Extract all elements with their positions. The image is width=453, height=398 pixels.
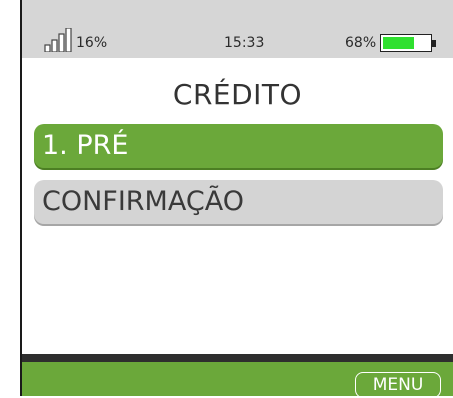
clock-time: 15:33: [224, 35, 265, 51]
status-bar: 16% 15:33 68%: [22, 0, 453, 58]
battery-tip: [432, 40, 436, 47]
menu-item-pre[interactable]: 1. PRÉ: [34, 124, 443, 168]
device-screen: 16% 15:33 68% CRÉDITO 1. PRÉ CONFIRMAÇÃO…: [20, 0, 453, 398]
battery-level-fill: [383, 37, 414, 49]
signal-percent: 16%: [76, 35, 108, 51]
menu-item-confirmacao[interactable]: CONFIRMAÇÃO: [34, 180, 443, 224]
battery-percent: 68%: [345, 35, 377, 51]
battery-icon: [380, 34, 432, 52]
bottom-divider: [22, 354, 453, 362]
signal-bars-icon: [44, 28, 72, 52]
menu-softkey-button[interactable]: MENU: [355, 372, 441, 398]
page-title: CRÉDITO: [172, 78, 303, 111]
